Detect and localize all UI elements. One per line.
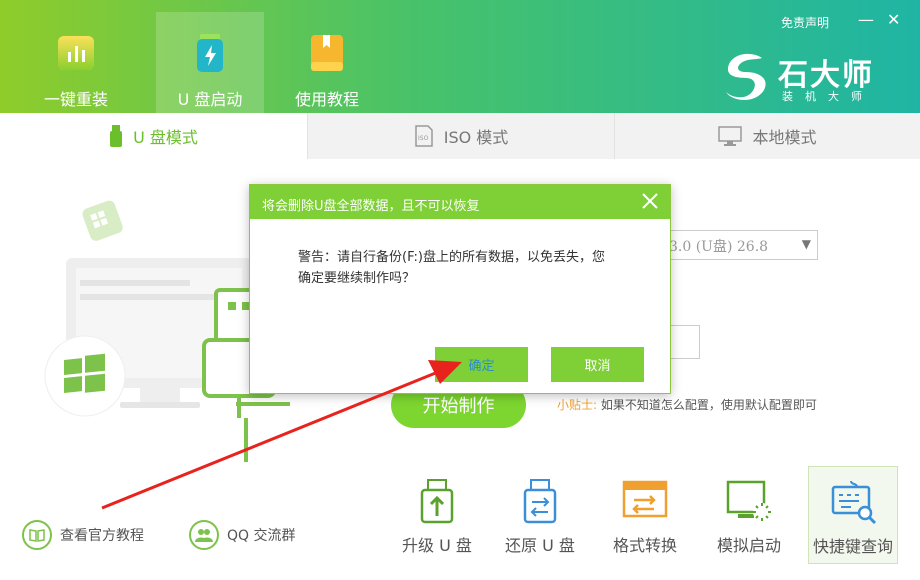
brand-subtitle: 装机大师 (782, 90, 874, 103)
monitor-icon (718, 126, 743, 146)
tab-local-mode[interactable]: 本地模式 (614, 113, 920, 159)
nav-tab-one-key-reinstall[interactable]: 一键重装 (22, 12, 130, 113)
tool-shortcut-query[interactable]: 快捷键查询 (808, 466, 898, 564)
usb-disk-select[interactable]: 3.0 (U盘) 26.8 ▼ (648, 230, 818, 260)
book-icon (22, 520, 52, 550)
keyboard-search-icon (831, 480, 877, 525)
disclaimer-link[interactable]: 免责声明 (781, 14, 829, 31)
usb-drive-icon (197, 34, 223, 72)
tab-iso-mode[interactable]: ISO ISO 模式 (307, 113, 614, 159)
app-header: 一键重装 U 盘启动 使用教程 免责声明 — ✕ 石大师 装机大师 (0, 0, 920, 113)
usb-disk-select-value: 3.0 (U盘) 26.8 (669, 239, 769, 255)
tool-label: 格式转换 (612, 536, 677, 555)
tool-format-convert[interactable]: 格式转换 (600, 472, 690, 570)
usb-stick-icon (110, 124, 123, 147)
tab-label: 本地模式 (752, 128, 817, 147)
tab-label: U 盘模式 (133, 127, 198, 147)
tab-usb-mode[interactable]: U 盘模式 (0, 113, 307, 159)
chevron-down-icon: ▼ (801, 237, 811, 251)
dialog-message: 警告：请自行备份(F:)盘上的所有数据，以免丢失，您 确定要继续制作吗？ (298, 247, 638, 289)
usb-restore-icon (523, 479, 557, 524)
tool-label: 快捷键查询 (812, 537, 893, 556)
close-icon[interactable] (638, 189, 662, 213)
tip-label: 小贴士: (557, 398, 598, 412)
tab-label: ISO 模式 (443, 128, 509, 147)
qq-group-link[interactable]: QQ 交流群 (189, 520, 296, 550)
tool-upgrade-usb[interactable]: 升级 U 盘 (392, 472, 482, 570)
simulate-boot-icon (726, 480, 771, 521)
usb-upgrade-icon (420, 479, 454, 524)
nav-tab-label: 使用教程 (294, 90, 359, 109)
dialog-header: 将会删除U盘全部数据，且不可以恢复 (250, 185, 670, 219)
tip-message: 如果不知道怎么配置，使用默认配置即可 (600, 398, 817, 412)
iso-file-icon: ISO (414, 125, 433, 147)
format-convert-icon (622, 480, 668, 518)
tool-simulate-boot[interactable]: 模拟启动 (704, 472, 794, 570)
dialog-message-line: 警告：请自行备份(F:)盘上的所有数据，以免丢失，您 (298, 250, 605, 265)
close-window-button[interactable]: ✕ (887, 10, 900, 30)
tool-restore-usb[interactable]: 还原 U 盘 (495, 472, 585, 570)
qq-group-label: QQ 交流群 (227, 528, 296, 544)
tool-label: 模拟启动 (716, 536, 781, 555)
dialog-title: 将会删除U盘全部数据，且不可以恢复 (262, 199, 480, 214)
nav-tab-usb-boot[interactable]: U 盘启动 (156, 12, 264, 113)
nav-tab-label: U 盘启动 (177, 90, 243, 109)
nav-tab-label: 一键重装 (43, 90, 108, 109)
book-icon (311, 35, 343, 71)
tip-text: 小贴士: 如果不知道怎么配置，使用默认配置即可 (557, 396, 817, 413)
svg-text:ISO: ISO (418, 135, 429, 142)
users-icon (189, 520, 219, 550)
dialog-message-line: 确定要继续制作吗？ (298, 271, 416, 286)
brand-mark-icon (726, 53, 766, 100)
tool-label: 还原 U 盘 (505, 536, 575, 555)
confirm-dialog: 将会删除U盘全部数据，且不可以恢复 警告：请自行备份(F:)盘上的所有数据，以免… (249, 184, 671, 394)
cancel-button[interactable]: 取消 (551, 347, 644, 382)
brand-logo: 石大师 装机大师 (720, 48, 890, 108)
tool-label: 升级 U 盘 (402, 536, 472, 555)
minimize-button[interactable]: — (858, 10, 874, 30)
mode-tabs: U 盘模式 ISO ISO 模式 本地模式 (0, 113, 920, 159)
official-tutorial-link[interactable]: 查看官方教程 (22, 520, 144, 550)
official-tutorial-label: 查看官方教程 (60, 528, 144, 544)
bar-chart-icon (58, 36, 94, 70)
nav-tab-tutorial[interactable]: 使用教程 (273, 12, 381, 113)
confirm-button[interactable]: 确定 (435, 347, 528, 382)
